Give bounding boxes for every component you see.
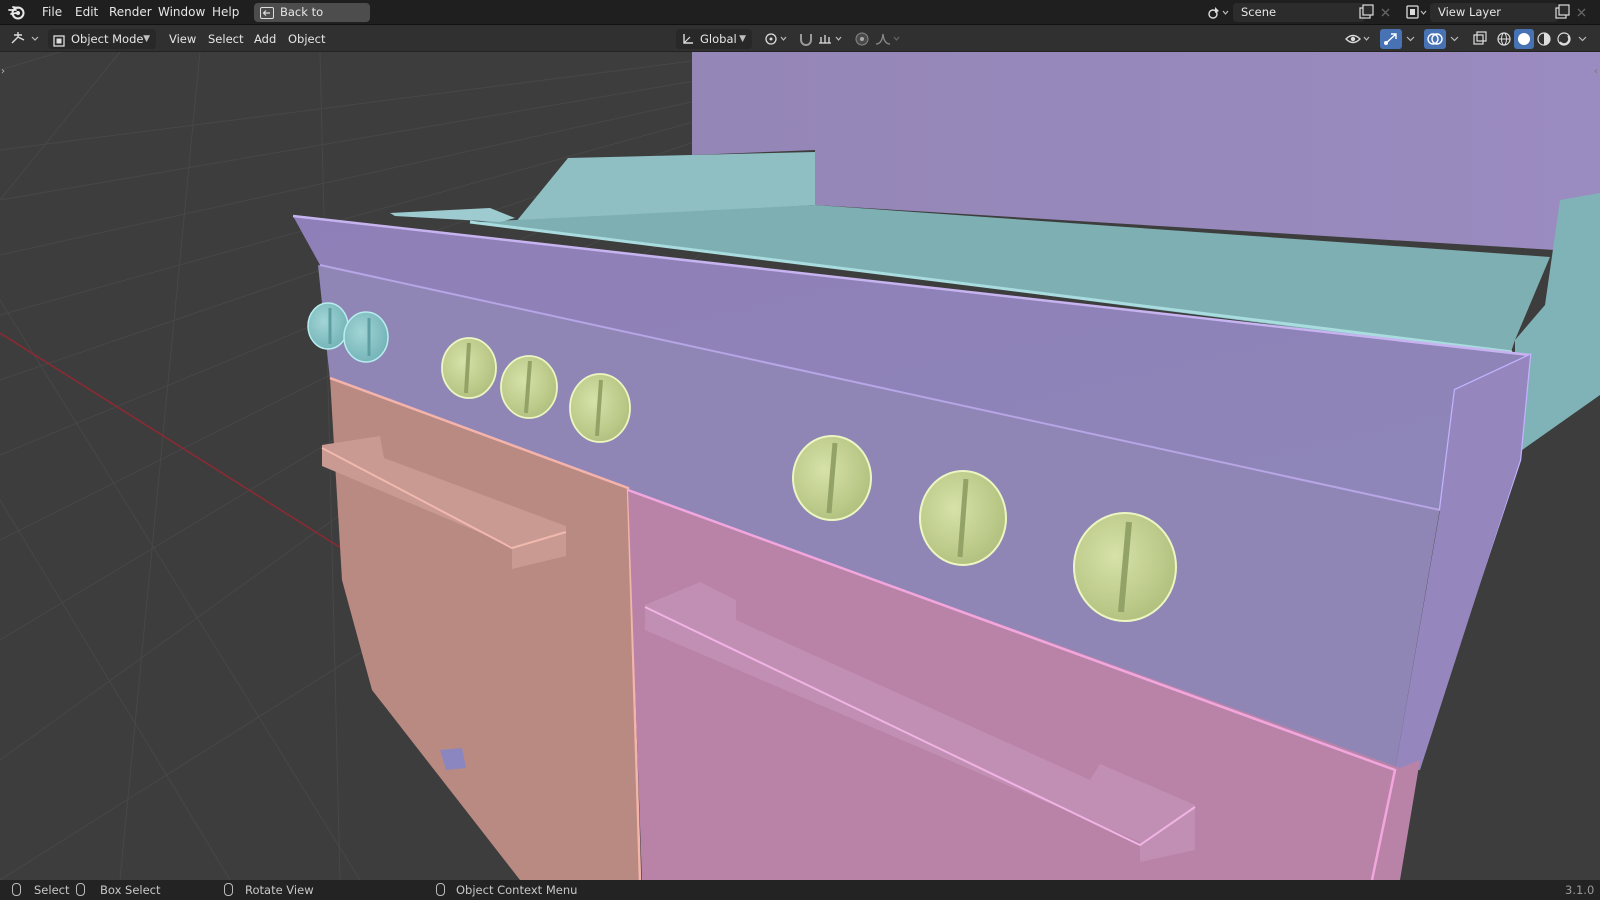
burner-knob-2[interactable]: [500, 355, 558, 419]
sidebar-expand-arrow-icon[interactable]: ‹: [1594, 66, 1598, 77]
object-mode-dropdown[interactable]: Object Mode ▼: [48, 29, 156, 49]
x-axis-line: [0, 332, 361, 561]
3d-viewport[interactable]: › ‹: [0, 52, 1600, 880]
object-mode-label: Object Mode: [71, 32, 144, 46]
transform-orientation-dropdown[interactable]: Global ▼: [676, 29, 752, 49]
object-mode-icon: [53, 33, 65, 47]
left-mouse-icon: [12, 883, 21, 896]
overlays-options-icon[interactable]: [1448, 29, 1462, 48]
toolbar-expand-arrow-icon[interactable]: ›: [1, 66, 5, 77]
status-select: Select: [34, 883, 70, 897]
chevron-down-icon: ▼: [739, 34, 746, 44]
burner-knob-1[interactable]: [441, 337, 497, 399]
menu-window[interactable]: Window: [152, 4, 211, 21]
solid-shading-icon[interactable]: [1514, 29, 1534, 49]
back-to-previous-button[interactable]: Back to Previous: [254, 3, 370, 38]
scene-selector-icon[interactable]: [1206, 3, 1229, 22]
menu-object[interactable]: Object: [282, 29, 331, 49]
view-layer-name-label: View Layer: [1438, 5, 1502, 19]
falloff-icon[interactable]: [874, 29, 904, 48]
snap-target-icon[interactable]: [816, 29, 846, 48]
middle-mouse-icon: [224, 883, 233, 896]
visibility-eye-icon[interactable]: [1344, 29, 1374, 48]
burner-knob-6[interactable]: [1073, 512, 1177, 622]
menu-help[interactable]: Help: [206, 4, 245, 21]
view-layer-selector-icon[interactable]: [1404, 3, 1427, 22]
right-mouse-icon: [436, 883, 445, 896]
view-layer-name-field[interactable]: View Layer: [1430, 3, 1558, 22]
burner-knob-4[interactable]: [792, 435, 872, 521]
shading-options-icon[interactable]: [1576, 29, 1590, 48]
scene-name-label: Scene: [1241, 5, 1277, 19]
overlays-toggle-icon[interactable]: [1424, 29, 1446, 49]
snap-toggle-icon[interactable]: [796, 29, 816, 48]
gizmo-toggle-icon[interactable]: [1380, 29, 1402, 49]
top-menu-bar: File Edit Render Window Help Back to Pre…: [0, 0, 1600, 38]
burner-knob-5[interactable]: [919, 470, 1007, 566]
status-bar: Select Box Select Rotate View Object Con…: [0, 880, 1600, 900]
status-box-select: Box Select: [100, 883, 161, 897]
chevron-down-icon: ▼: [143, 34, 150, 44]
scene-name-field[interactable]: Scene: [1233, 3, 1365, 22]
menu-file[interactable]: File: [36, 4, 68, 21]
gizmo-options-icon[interactable]: [1404, 29, 1418, 48]
new-view-layer-icon[interactable]: [1552, 3, 1572, 22]
wireframe-shading-icon[interactable]: [1494, 29, 1514, 48]
viewport-header: Object Mode ▼ View Select Add Object Glo…: [0, 25, 1600, 52]
menu-render[interactable]: Render: [103, 4, 158, 21]
burner-knob-3[interactable]: [569, 373, 631, 443]
menu-select[interactable]: Select: [202, 29, 249, 49]
menu-view[interactable]: View: [163, 29, 202, 49]
drag-mouse-icon: [76, 883, 85, 896]
orientation-axes-icon: [681, 32, 695, 46]
teal-knob-2[interactable]: [343, 311, 389, 363]
teal-knob-1[interactable]: [307, 302, 349, 350]
blender-logo-icon[interactable]: [8, 4, 26, 21]
blender-version: 3.1.0: [1565, 883, 1595, 897]
orientation-label: Global: [700, 32, 737, 46]
xray-toggle-icon[interactable]: [1470, 29, 1490, 48]
pivot-point-icon[interactable]: [762, 29, 790, 48]
menu-add[interactable]: Add: [248, 29, 282, 49]
menu-edit[interactable]: Edit: [69, 4, 104, 21]
rendered-shading-icon[interactable]: [1554, 29, 1574, 48]
back-arrow-icon: [260, 6, 274, 19]
material-preview-shading-icon[interactable]: [1534, 29, 1554, 48]
status-rotate-view: Rotate View: [245, 883, 314, 897]
new-scene-icon[interactable]: [1356, 3, 1376, 22]
delete-scene-icon[interactable]: [1376, 3, 1396, 22]
status-context-menu: Object Context Menu: [456, 883, 578, 897]
delete-view-layer-icon[interactable]: [1572, 3, 1592, 22]
proportional-editing-icon[interactable]: [852, 29, 872, 48]
editor-type-icon[interactable]: [8, 29, 42, 49]
